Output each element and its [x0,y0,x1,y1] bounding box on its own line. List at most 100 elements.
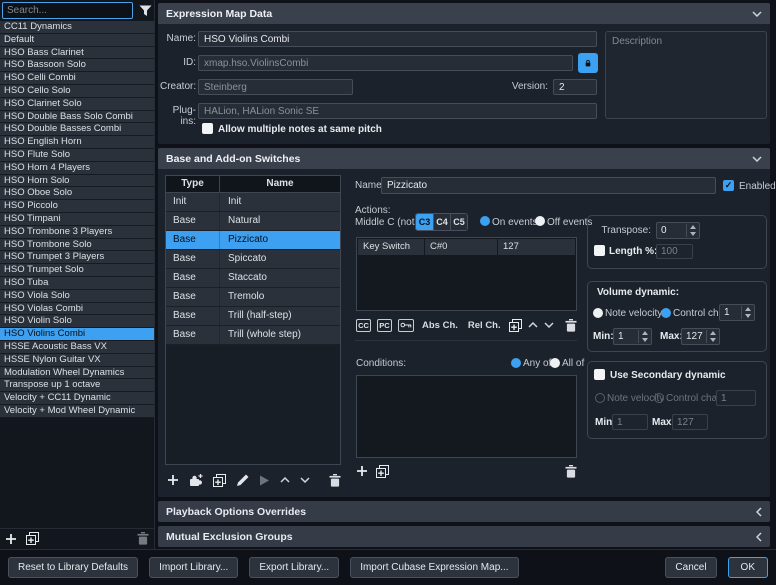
list-item[interactable]: Modulation Wheel Dynamics [0,367,154,380]
list-item[interactable]: HSO Flute Solo [0,149,154,162]
list-item[interactable]: HSO Oboe Solo [0,187,154,200]
length-checkbox[interactable] [594,245,605,256]
allow-multiple-checkbox[interactable] [202,123,213,134]
add-switch-button[interactable] [167,474,179,486]
cancel-button[interactable]: Cancel [665,557,716,578]
switches-header[interactable]: Base and Add-on Switches [158,148,770,169]
secondary-control-change-field[interactable]: 1 [716,390,756,406]
delete-switch-button[interactable] [329,474,341,487]
list-item[interactable]: HSO Timpani [0,213,154,226]
move-down-button[interactable] [300,477,310,483]
step-down-button[interactable] [687,231,698,238]
search-input[interactable] [2,2,133,19]
list-item[interactable]: HSO Tuba [0,277,154,290]
list-item[interactable]: HSSE Acoustic Bass VX [0,341,154,354]
table-row[interactable]: BasePizzicato [166,231,340,250]
list-item[interactable]: HSO Horn 4 Players [0,162,154,175]
list-item[interactable]: HSO English Horn [0,136,154,149]
step-down-button[interactable] [707,337,718,344]
list-item[interactable]: CC11 Dynamics [0,21,154,34]
action-row[interactable]: Key SwitchC#0127 [358,239,575,255]
secondary-control-change-radio[interactable] [654,393,664,403]
table-row[interactable]: BaseStaccato [166,269,340,288]
switch-name-field[interactable] [381,177,716,194]
duplicate-map-button[interactable] [26,532,39,545]
list-item[interactable]: Velocity + CC11 Dynamic [0,392,154,405]
table-row[interactable]: BaseTrill (half-step) [166,307,340,326]
list-item[interactable]: HSO Trumpet Solo [0,264,154,277]
list-item[interactable]: HSO Horn Solo [0,175,154,188]
off-events-radio[interactable] [535,216,545,226]
import-cubase-expression-map-button[interactable]: Import Cubase Expression Map... [350,557,518,578]
list-item[interactable]: HSO Trombone 3 Players [0,226,154,239]
list-item[interactable]: HSO Double Bass Solo Combi [0,111,154,124]
audition-button[interactable] [259,475,270,486]
delete-map-button[interactable] [137,532,149,545]
duplicate-condition-button[interactable] [376,465,389,478]
control-change-stepper[interactable]: 1 [719,304,755,321]
duplicate-switch-button[interactable] [213,474,226,487]
enabled-checkbox[interactable]: ✓ [723,180,734,191]
list-item[interactable]: HSO Clarinet Solo [0,98,154,111]
export-library-button[interactable]: Export Library... [249,557,339,578]
description-field[interactable] [605,31,767,119]
add-condition-button[interactable] [356,465,368,477]
table-row[interactable]: BaseNatural [166,212,340,231]
max-stepper[interactable]: 127 [681,328,720,345]
all-of-radio[interactable] [550,358,560,368]
list-item[interactable]: HSSE Nylon Guitar VX [0,354,154,367]
add-combination-button[interactable] [189,473,203,487]
ok-button[interactable]: OK [728,557,768,578]
keyswitch-button[interactable] [398,319,414,332]
secondary-min-field[interactable]: 1 [612,414,648,430]
control-change-radio[interactable] [661,308,671,318]
abs-ch-button[interactable]: Abs Ch. [420,320,460,331]
list-item[interactable]: HSO Bass Clarinet [0,47,154,60]
octave-c3-button[interactable]: C3 [416,214,433,230]
table-row[interactable]: BaseTremolo [166,288,340,307]
playback-options-overrides-bar[interactable]: Playback Options Overrides [158,501,770,522]
list-item[interactable]: HSO Cello Solo [0,85,154,98]
expression-map-data-header[interactable]: Expression Map Data [158,3,770,24]
table-row[interactable]: BaseTrill (whole step) [166,326,340,345]
action-move-down-button[interactable] [544,322,554,328]
list-item[interactable]: HSO Piccolo [0,200,154,213]
octave-c4-button[interactable]: C4 [433,214,450,230]
import-library-button[interactable]: Import Library... [149,557,238,578]
reset-to-library-defaults-button[interactable]: Reset to Library Defaults [8,557,138,578]
use-secondary-dynamic-checkbox[interactable] [594,369,605,380]
list-item[interactable]: HSO Viola Solo [0,290,154,303]
list-item[interactable]: HSO Double Basses Combi [0,123,154,136]
list-item[interactable]: HSO Bassoon Solo [0,59,154,72]
step-down-button[interactable] [742,313,753,320]
version-field[interactable] [553,79,597,95]
move-up-button[interactable] [280,477,290,483]
secondary-max-field[interactable]: 127 [672,414,708,430]
delete-condition-button[interactable] [565,465,577,478]
list-item[interactable]: HSO Violins Combi [0,328,154,341]
list-item[interactable]: HSO Trombone Solo [0,239,154,252]
creator-field[interactable] [198,79,353,95]
on-events-radio[interactable] [480,216,490,226]
edit-switch-button[interactable] [236,474,249,487]
table-row[interactable]: InitInit [166,193,340,212]
lock-button[interactable] [578,53,598,73]
duplicate-action-button[interactable] [509,319,522,332]
list-item[interactable]: HSO Trumpet 3 Players [0,251,154,264]
step-down-button[interactable] [639,337,650,344]
rel-ch-button[interactable]: Rel Ch. [466,320,503,331]
delete-action-button[interactable] [565,319,577,332]
list-item[interactable]: HSO Violin Solo [0,315,154,328]
any-of-radio[interactable] [511,358,521,368]
transpose-stepper[interactable]: 0 [656,222,700,239]
list-item[interactable]: Transpose up 1 octave [0,379,154,392]
add-map-button[interactable] [5,533,17,545]
action-move-up-button[interactable] [528,322,538,328]
note-velocity-radio[interactable] [593,308,603,318]
cc-button[interactable]: CC [356,319,371,332]
pc-button[interactable]: PC [377,319,392,332]
mutual-exclusion-groups-bar[interactable]: Mutual Exclusion Groups [158,526,770,547]
map-id-field[interactable] [198,55,573,71]
list-item[interactable]: HSO Violas Combi [0,303,154,316]
list-item[interactable]: Velocity + Mod Wheel Dynamic [0,405,154,418]
